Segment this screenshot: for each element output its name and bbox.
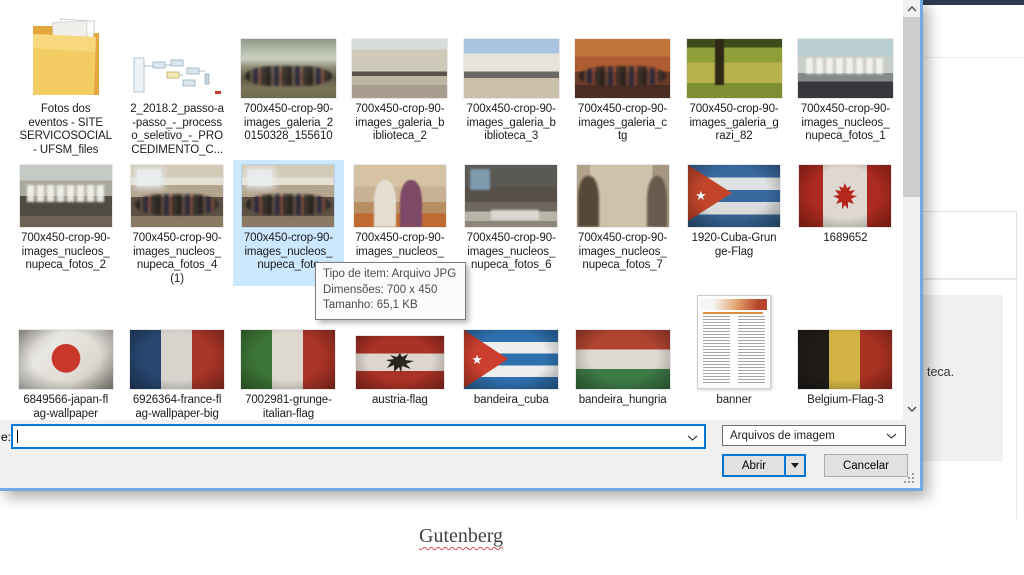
france-flag-thumbnail bbox=[130, 330, 224, 389]
gutenberg-link[interactable]: Gutenberg bbox=[419, 525, 503, 548]
file-item[interactable]: 700x450-crop-90- images_nucleos_ nupeca_… bbox=[567, 160, 678, 286]
scroll-down-button[interactable] bbox=[903, 400, 920, 417]
austria-flag-thumbnail bbox=[356, 336, 444, 389]
file-item[interactable]: 700x450-crop-90- images_nucleos_ nupeca_… bbox=[121, 160, 232, 286]
open-dropdown-button[interactable] bbox=[786, 456, 804, 475]
cuba-flag-thumbnail: ★ bbox=[464, 330, 558, 389]
file-item-label: 1920-Cuba-Grun ge-Flag bbox=[692, 232, 777, 259]
filename-label-clipped: e: bbox=[1, 430, 11, 444]
photo-thumbnail bbox=[131, 165, 223, 227]
file-item-label: 700x450-crop-90- images_galeria_c tg bbox=[578, 103, 667, 144]
screen: teca. Gutenberg Fotos dos eventos - bbox=[0, 0, 1024, 575]
file-item[interactable]: 700x450-crop-90- images_galeria_c tg bbox=[567, 8, 678, 157]
tooltip-type: Tipo de item: Arquivo JPG bbox=[323, 267, 456, 283]
file-item[interactable]: Belgium-Flag-3 bbox=[790, 294, 901, 420]
diagram-thumbnail bbox=[131, 54, 224, 98]
file-item-label: 700x450-crop-90- images_nucleos_ nupeca_… bbox=[132, 232, 221, 286]
photo-thumbnail bbox=[798, 39, 893, 98]
file-item[interactable]: 1689652 bbox=[790, 160, 901, 286]
open-file-dialog: Fotos dos eventos - SITE SERVICOSOCIAL -… bbox=[0, 0, 923, 491]
file-item[interactable]: ★ 1920-Cuba-Grun ge-Flag bbox=[678, 160, 789, 286]
file-item-label: bandeira_cuba bbox=[474, 394, 549, 408]
photo-thumbnail bbox=[20, 165, 112, 227]
page-panel-border bbox=[1016, 279, 1017, 519]
filetype-dropdown[interactable]: Arquivos de imagem bbox=[722, 425, 906, 446]
belgium-flag-thumbnail bbox=[798, 330, 892, 389]
cancel-button[interactable]: Cancelar bbox=[824, 454, 908, 477]
file-item[interactable]: 700x450-crop-90- images_nucleos_ nupeca_… bbox=[456, 160, 567, 286]
text-caret bbox=[17, 430, 18, 443]
open-button-label: Abrir bbox=[724, 460, 784, 472]
triangle-down-icon bbox=[791, 463, 799, 468]
file-item[interactable]: 2_2018.2_passo-a -passo_-_process o_sele… bbox=[121, 8, 232, 157]
japan-flag-thumbnail bbox=[19, 330, 113, 389]
folder-icon bbox=[30, 12, 102, 98]
file-item-label: bandeira_hungria bbox=[579, 394, 667, 408]
dialog-footer: e: Arquivos de imagem Abrir Cancelar bbox=[0, 420, 920, 488]
file-item[interactable]: 700x450-crop-90- images_galeria_g razi_8… bbox=[678, 8, 789, 157]
file-item[interactable]: 6849566-japan-fl ag-wallpaper bbox=[10, 294, 121, 420]
cuba-grunge-flag-thumbnail: ★ bbox=[688, 165, 780, 227]
chevron-up-icon bbox=[907, 6, 917, 12]
clipped-page-text: teca. bbox=[927, 365, 954, 379]
file-item[interactable]: ★ bandeira_cuba bbox=[456, 294, 567, 420]
chevron-down-icon bbox=[907, 406, 917, 412]
chevron-down-icon[interactable] bbox=[687, 428, 698, 446]
resize-grip-icon[interactable] bbox=[903, 472, 916, 485]
photo-thumbnail bbox=[577, 165, 669, 227]
file-item[interactable]: Fotos dos eventos - SITE SERVICOSOCIAL -… bbox=[10, 8, 121, 157]
open-button[interactable]: Abrir bbox=[722, 454, 806, 477]
photo-thumbnail bbox=[575, 39, 670, 98]
file-item[interactable]: 6926364-france-fl ag-wallpaper-big bbox=[121, 294, 232, 420]
file-item-label: 700x450-crop-90- images_nucleos_ nupeca_… bbox=[801, 103, 890, 144]
tooltip-size: Tamanho: 65,1 KB bbox=[323, 298, 456, 314]
file-item[interactable]: 700x450-crop-90- images_nucleos_ nupeca_… bbox=[790, 8, 901, 157]
file-item-label: Fotos dos eventos - SITE SERVICOSOCIAL -… bbox=[19, 103, 111, 157]
filetype-value: Arquivos de imagem bbox=[730, 430, 835, 442]
tooltip-dimensions: Dimensões: 700 x 450 bbox=[323, 283, 456, 299]
chevron-down-icon bbox=[886, 430, 897, 442]
file-tooltip: Tipo de item: Arquivo JPG Dimensões: 700… bbox=[315, 262, 466, 320]
photo-thumbnail bbox=[464, 39, 559, 98]
photo-thumbnail bbox=[687, 39, 782, 98]
file-item-label: austria-flag bbox=[372, 394, 428, 408]
cancel-button-label: Cancelar bbox=[843, 460, 889, 472]
file-item-label: 700x450-crop-90- images_galeria_b ibliot… bbox=[355, 103, 444, 144]
file-list: Fotos dos eventos - SITE SERVICOSOCIAL -… bbox=[0, 0, 903, 420]
file-item[interactable]: banner bbox=[678, 294, 789, 420]
file-item-label: 2_2018.2_passo-a -passo_-_process o_sele… bbox=[130, 103, 224, 157]
hungary-flag-thumbnail bbox=[576, 330, 670, 389]
file-item-label: 700x450-crop-90- images_galeria_2 015032… bbox=[244, 103, 333, 144]
file-item-label: 700x450-crop-90- images_nucleos_ bbox=[355, 232, 444, 259]
file-item-label: 700x450-crop-90- images_nucleos_ nupeca_… bbox=[467, 232, 556, 273]
banner-document-thumbnail bbox=[697, 295, 771, 389]
file-item-label: 6849566-japan-fl ag-wallpaper bbox=[23, 394, 108, 420]
file-item-label: 700x450-crop-90- images_nucleos_ nupeca_… bbox=[21, 232, 110, 273]
photo-thumbnail bbox=[352, 39, 447, 98]
photo-thumbnail bbox=[465, 165, 557, 227]
file-item-label: Belgium-Flag-3 bbox=[807, 394, 884, 408]
file-item-label: 700x450-crop-90- images_galeria_g razi_8… bbox=[689, 103, 778, 144]
canada-flag-thumbnail bbox=[799, 165, 891, 227]
file-item[interactable]: 700x450-crop-90- images_galeria_b ibliot… bbox=[344, 8, 455, 157]
file-item[interactable]: 700x450-crop-90- images_nucleos_ nupeca_… bbox=[10, 160, 121, 286]
photo-thumbnail bbox=[354, 165, 446, 227]
filename-input[interactable] bbox=[11, 424, 706, 449]
file-item[interactable]: 700x450-crop-90- images_galeria_2 015032… bbox=[233, 8, 344, 157]
vertical-scrollbar[interactable] bbox=[903, 0, 920, 420]
scrollbar-thumb[interactable] bbox=[903, 17, 920, 197]
photo-thumbnail bbox=[242, 165, 334, 227]
file-item-label: 1689652 bbox=[823, 232, 867, 246]
photo-thumbnail bbox=[241, 39, 336, 98]
file-item[interactable]: bandeira_hungria bbox=[567, 294, 678, 420]
file-item[interactable]: 700x450-crop-90- images_galeria_b ibliot… bbox=[456, 8, 567, 157]
scroll-up-button[interactable] bbox=[903, 0, 920, 17]
italy-flag-thumbnail bbox=[241, 330, 335, 389]
file-item-label: 6926364-france-fl ag-wallpaper-big bbox=[133, 394, 221, 420]
file-item-label: 700x450-crop-90- images_galeria_b ibliot… bbox=[467, 103, 556, 144]
file-item-label: banner bbox=[716, 394, 751, 408]
file-item-label: 700x450-crop-90- images_nucleos_ nupeca_… bbox=[578, 232, 667, 273]
file-item-label: 7002981-grunge- italian-flag bbox=[245, 394, 332, 420]
